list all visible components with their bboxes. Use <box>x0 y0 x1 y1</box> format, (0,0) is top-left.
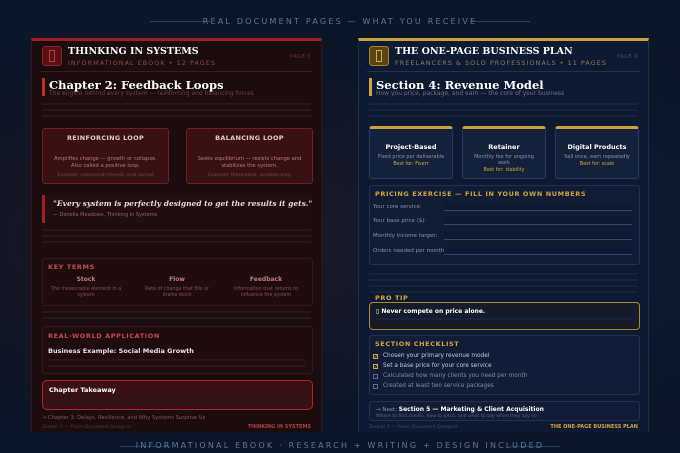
body-text-block <box>42 229 311 247</box>
quote-author: — Donella Meadows, Thinking in Systems <box>53 212 158 218</box>
checkbox-checked-icon[interactable]: ✓ <box>373 353 378 359</box>
field-label: Your base price ($): <box>373 218 427 224</box>
term-desc: Information that returns to influence th… <box>233 287 299 298</box>
checklist-item[interactable]: ✓ Set a base price for your core service <box>373 363 492 369</box>
term-title: Flow <box>169 276 185 283</box>
plan-title: Digital Products <box>567 143 627 151</box>
footer-credit: Zeebar Y. — Fiverr Document Designer <box>42 425 131 430</box>
loop-example: Example: thermostat, predator-prey <box>208 173 291 178</box>
body-text-block <box>369 273 638 297</box>
checklist-item[interactable]: ✓ Chosen your primary revenue model <box>373 353 489 359</box>
book-title: THE ONE-PAGE BUSINESS PLAN <box>395 46 573 57</box>
page-label: PAGE 6 <box>617 54 638 60</box>
takeaway-title: Chapter Takeaway <box>49 386 116 394</box>
section-accent-bar <box>369 78 372 96</box>
balancing-loop-card: BALANCING LOOP Seeks equilibrium — resis… <box>186 128 313 184</box>
next-chapter-link[interactable]: → Chapter 3: Delays, Resilience, and Why… <box>42 415 205 421</box>
field-label: Monthly income target: <box>373 233 438 239</box>
checklist-label: SECTION CHECKLIST <box>375 340 460 348</box>
footer-credit: Zeebar Y. — Fiverr Document Designer <box>369 425 458 430</box>
body-text-block <box>42 103 311 121</box>
checklist-text: Set a base price for your core service <box>383 363 492 369</box>
tip-detail-text <box>376 318 633 324</box>
loop-example: Example: compound interest, viral spread <box>57 173 154 178</box>
plan-best-for: Best for: Fiverr <box>393 162 429 167</box>
book-icon <box>42 46 62 66</box>
reinforcing-loop-card: REINFORCING LOOP Amplifies change — grow… <box>42 128 169 184</box>
core-service-input[interactable] <box>444 203 632 211</box>
chapter-accent-bar <box>42 78 45 96</box>
term-title: Stock <box>76 276 96 283</box>
term-desc: Rate of change that fills or drains stoc… <box>145 287 209 298</box>
orders-needed-input[interactable] <box>444 247 632 255</box>
field-label: Orders needed per month: <box>373 248 447 254</box>
book-subtitle: FREELANCERS & SOLO PROFESSIONALS • 11 PA… <box>395 59 607 67</box>
top-caption: REAL DOCUMENT PAGES — WHAT YOU RECEIVE <box>202 17 478 26</box>
base-price-input[interactable] <box>444 217 632 225</box>
loop-description: Seeks equilibrium — resists change and s… <box>197 156 302 169</box>
loop-title: REINFORCING LOOP <box>66 134 145 142</box>
application-label: REAL-WORLD APPLICATION <box>48 332 160 340</box>
plan-best-for: Best for: stability <box>483 168 525 173</box>
next-section-line: → Next: Section 5 — Marketing & Client A… <box>376 406 544 413</box>
bottom-caption: INFORMATIONAL EBOOK · RESEARCH + WRITING… <box>135 441 545 450</box>
plan-desc: Monthly fee for ongoing work <box>474 154 534 166</box>
loop-title: BALANCING LOOP <box>215 134 284 142</box>
pro-tip-text: ▯ Never compete on price alone. <box>376 308 486 315</box>
body-text-block <box>42 311 311 323</box>
pro-tip-box: ▯ Never compete on price alone. <box>369 302 640 330</box>
body-text-block <box>369 103 638 121</box>
header-divider <box>367 71 640 72</box>
term-desc: The measurable element in a system <box>50 287 122 298</box>
plan-desc: Sell once, earn repeatedly <box>564 154 630 160</box>
plan-title: Project-Based <box>385 143 437 151</box>
next-prefix: → Next: <box>376 407 398 413</box>
book-subtitle: INFORMATIONAL EBOOK • 12 PAGES <box>68 59 217 67</box>
plan-card-project-based: Project-Based Fixed price per deliverabl… <box>369 126 453 179</box>
header-divider <box>40 71 313 72</box>
checklist-text: Calculated how many clients you need per… <box>383 373 528 379</box>
example-title: Business Example: Social Media Growth <box>48 347 194 355</box>
plan-best-for: Best for: scale <box>579 162 615 167</box>
takeaway-text <box>49 396 306 408</box>
income-target-input[interactable] <box>444 232 632 240</box>
quote-text: "Every system is perfectly designed to g… <box>53 199 313 208</box>
loop-description: Amplifies change — growth or collapse. A… <box>54 156 157 169</box>
term-title: Feedback <box>249 276 283 283</box>
quote-block: "Every system is perfectly designed to g… <box>42 195 313 223</box>
checkbox-checked-icon[interactable]: ✓ <box>373 363 378 369</box>
next-section-title: Section 5 — Marketing & Client Acquisiti… <box>398 406 544 413</box>
checklist-item[interactable]: Created at least two service packages <box>373 383 494 389</box>
plan-desc: Fixed price per deliverable <box>377 154 445 160</box>
plan-card-digital-products: Digital Products Sell once, earn repeate… <box>555 126 639 179</box>
pro-tip-label: PRO TIP <box>375 294 409 302</box>
plan-card-retainer: Retainer Monthly fee for ongoing work Be… <box>462 126 546 179</box>
footer-book-name: THINKING IN SYSTEMS <box>247 424 311 430</box>
term-stock: Stock The measurable element in a system <box>46 276 126 299</box>
checklist-text: Chosen your primary revenue model <box>383 353 490 359</box>
pricing-exercise-label: PRICING EXERCISE — FILL IN YOUR OWN NUMB… <box>375 190 587 198</box>
key-terms-label: KEY TERMS <box>48 263 95 271</box>
next-section-subtitle: Where to find clients, how to pitch, and… <box>376 414 537 419</box>
book-icon <box>369 46 389 66</box>
section-subtitle: How you price, package, and earn — the c… <box>376 90 565 97</box>
example-text-block <box>48 359 305 371</box>
footer-book-name: THE ONE-PAGE BUSINESS PLAN <box>550 424 638 430</box>
page-label: PAGE 5 <box>290 54 311 60</box>
checkbox-empty-icon[interactable] <box>373 373 378 379</box>
checklist-text: Created at least two service packages <box>383 383 494 389</box>
book-title: THINKING IN SYSTEMS <box>68 46 199 57</box>
field-label: Your core service: <box>373 204 422 210</box>
plan-title: Retainer <box>488 143 520 151</box>
term-flow: Flow Rate of change that fills or drains… <box>137 276 217 299</box>
next-section-box[interactable]: → Next: Section 5 — Marketing & Client A… <box>369 401 640 421</box>
ebook-page-business-plan: THE ONE-PAGE BUSINESS PLAN FREELANCERS &… <box>358 38 649 432</box>
ebook-page-thinking-in-systems: THINKING IN SYSTEMS INFORMATIONAL EBOOK … <box>31 38 322 432</box>
checklist-item[interactable]: Calculated how many clients you need per… <box>373 373 527 379</box>
chapter-subtitle: The engine behind every system — reinfor… <box>49 90 254 97</box>
chapter-takeaway-box: Chapter Takeaway <box>42 380 313 410</box>
term-feedback: Feedback Information that returns to inf… <box>226 276 306 299</box>
checkbox-empty-icon[interactable] <box>373 383 378 389</box>
